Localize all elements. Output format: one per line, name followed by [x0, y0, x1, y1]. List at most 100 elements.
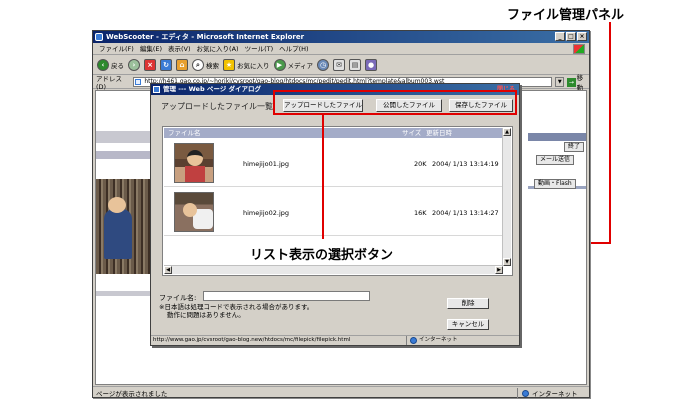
back-label: 戻る [111, 62, 124, 70]
media-button[interactable]: ▶ メディア [273, 59, 314, 71]
windows-logo-icon [573, 44, 585, 54]
search-icon: ⌕ [192, 59, 204, 71]
refresh-icon: ↻ [160, 59, 172, 71]
delete-button[interactable]: 削除 [447, 298, 489, 309]
scroll-right-icon[interactable]: ▶ [495, 266, 503, 274]
globe-icon [522, 389, 529, 397]
search-label: 検索 [206, 62, 219, 70]
status-bar: ページが表示されました インターネット [93, 386, 589, 398]
toolbar: ‹ 戻る › × ↻ ⌂ ⌕ 検索 ★ お気に入り ▶ メディア ◷ ✉ ▤ ● [93, 56, 589, 75]
close-window-button[interactable]: × [577, 32, 587, 41]
annotation-file-panel-label: ファイル管理パネル [507, 8, 625, 23]
dialog-app-icon [153, 86, 160, 93]
stop-button[interactable]: × [144, 59, 156, 71]
horizontal-scrollbar[interactable]: ◀ ▶ [164, 265, 503, 274]
dialog-zone-indicator: インターネット [406, 336, 458, 345]
print-button[interactable]: ▤ [349, 59, 362, 71]
minimize-button[interactable]: _ [555, 32, 565, 41]
filename-input[interactable] [203, 291, 370, 301]
address-dropdown-button[interactable]: ▼ [555, 77, 565, 87]
home-button[interactable]: ⌂ [176, 59, 188, 71]
refresh-button[interactable]: ↻ [160, 59, 172, 71]
menu-view[interactable]: 表示(V) [168, 43, 191, 54]
column-name[interactable]: ファイル名 [168, 128, 201, 138]
photo-figure [104, 209, 132, 259]
stop-icon: × [144, 59, 156, 71]
left-banner [96, 131, 156, 143]
mail-send-button[interactable]: メール送信 [536, 155, 575, 165]
status-text: ページが表示されました [96, 389, 168, 398]
search-button[interactable]: ⌕ 検索 [192, 59, 219, 71]
menu-help[interactable]: ヘルプ(H) [279, 43, 308, 54]
app-icon [95, 33, 103, 41]
globe-icon [410, 337, 417, 344]
dialog-title: 管理 --- Web ページ ダイアログ [163, 85, 262, 93]
video-flash-button[interactable]: 動画・Flash [534, 179, 576, 189]
thumbnail-face [187, 150, 203, 166]
address-label: アドレス(D) [96, 75, 122, 91]
go-arrow-icon: → [567, 77, 576, 87]
media-icon: ▶ [273, 59, 286, 71]
menu-edit[interactable]: 編集(E) [140, 43, 162, 54]
file-date: 2004/ 1/13 13:14:19 [432, 160, 499, 168]
cancel-button[interactable]: キャンセル [447, 319, 489, 330]
file-manager-dialog: 管理 --- Web ページ ダイアログ 閉じる アップロードしたファイル一覧 … [150, 83, 520, 346]
note-line-1: ※日本語は処理コードで表示される場合があります。 [159, 303, 314, 311]
scroll-up-icon[interactable]: ▲ [503, 128, 511, 136]
mail-icon: ✉ [333, 59, 346, 71]
annotation-line-buttons [322, 115, 324, 239]
encoding-note: ※日本語は処理コードで表示される場合があります。 動作に問題はありません。 [159, 303, 313, 319]
media-label: メディア [287, 62, 314, 70]
list-heading: アップロードしたファイル一覧 [161, 102, 273, 111]
column-updated[interactable]: 更新日時 [426, 128, 452, 138]
file-row[interactable]: himejijo02.jpg 16K 2004/ 1/13 13:14:27 [164, 188, 502, 236]
file-name: himejijo01.jpg [243, 160, 290, 168]
ie-titlebar: WebScooter - エディタ - Microsoft Internet E… [93, 31, 589, 43]
filename-label: ファイル名: [159, 294, 197, 302]
left-divider [96, 291, 156, 296]
file-list-header: ファイル名 サイズ 更新日時 [164, 128, 502, 138]
messenger-button[interactable]: ● [365, 59, 378, 71]
dialog-zone-text: インターネット [419, 337, 458, 343]
file-size: 20K [414, 160, 427, 168]
maximize-button[interactable]: □ [566, 32, 576, 41]
dialog-status-bar: http://www.gao.jp/cvsroot/gao-blog.new/h… [151, 335, 519, 345]
menu-file[interactable]: ファイル(F) [99, 43, 134, 54]
favorites-button[interactable]: ★ お気に入り [223, 59, 270, 71]
favorites-label: お気に入り [237, 62, 270, 70]
print-icon: ▤ [349, 59, 362, 71]
background-photo [96, 179, 156, 274]
home-icon: ⌂ [176, 59, 188, 71]
note-line-2: 動作に問題はありません。 [167, 311, 245, 319]
back-arrow-icon: ‹ [97, 59, 109, 71]
file-row[interactable]: himejijo01.jpg 20K 2004/ 1/13 13:14:19 [164, 139, 502, 187]
vertical-scrollbar[interactable]: ▲ ▼ [502, 128, 511, 266]
zone-indicator: インターネット [517, 388, 589, 398]
column-size[interactable]: サイズ [402, 128, 421, 138]
menu-favorites[interactable]: お気に入り(A) [197, 43, 239, 54]
scroll-left-icon[interactable]: ◀ [164, 266, 172, 274]
file-size: 16K [414, 209, 427, 217]
menu-tools[interactable]: ツール(T) [245, 43, 274, 54]
thumbnail-face [183, 203, 197, 217]
finish-button[interactable]: 終了 [564, 142, 585, 152]
right-panel: 終了 メール送信 動画・Flash [528, 91, 586, 384]
thumbnail-figure [185, 166, 205, 182]
left-banner-2 [96, 151, 156, 159]
history-icon: ◷ [317, 59, 330, 71]
thumbnail-image [174, 143, 214, 183]
menu-bar: ファイル(F) 編集(E) 表示(V) お気に入り(A) ツール(T) ヘルプ(… [93, 43, 589, 55]
scroll-down-icon[interactable]: ▼ [503, 258, 511, 266]
star-icon: ★ [223, 59, 235, 71]
photo-face [108, 197, 126, 213]
annotation-line-panel-vertical [609, 22, 611, 244]
history-button[interactable]: ◷ [317, 59, 330, 71]
mail-button[interactable]: ✉ [333, 59, 346, 71]
window-title: WebScooter - エディタ - Microsoft Internet E… [106, 33, 305, 41]
file-name: himejijo02.jpg [243, 209, 290, 217]
forward-button[interactable]: › [128, 59, 140, 71]
back-button[interactable]: ‹ 戻る [97, 59, 124, 71]
annotation-buttons-label: リスト表示の選択ボタン [250, 248, 394, 263]
go-button[interactable]: → 移動 [567, 72, 589, 92]
thumbnail-image [174, 192, 214, 232]
